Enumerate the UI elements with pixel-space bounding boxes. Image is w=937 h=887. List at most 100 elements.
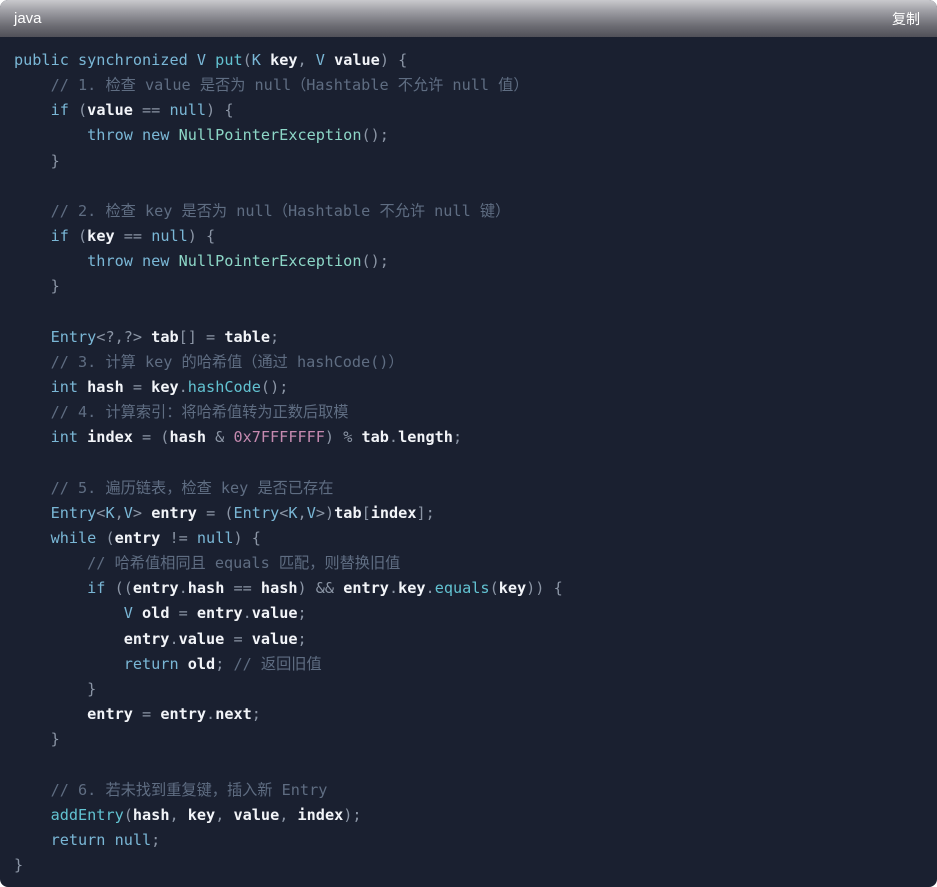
code-token: K (105, 503, 115, 522)
code-token: if (50, 227, 79, 246)
code-token: throw new (87, 126, 179, 145)
code-line: addEntry(hash, key, value, index); (14, 803, 937, 828)
code-token: . (388, 428, 399, 447)
code-line: return null; (14, 828, 937, 853)
code-token: public synchronized V (14, 51, 216, 69)
code-token: ( (78, 101, 88, 120)
code-token: V (123, 503, 133, 522)
code-line: // 4. 计算索引：将哈希值转为正数后取模 (14, 400, 937, 425)
code-token: return null (50, 830, 152, 849)
code-token: hash (187, 579, 225, 598)
code-token: if (50, 101, 79, 120)
code-line: // 哈希值相同且 equals 匹配，则替换旧值 (14, 551, 937, 576)
code-token: equals (434, 579, 490, 598)
code-token: entry (114, 528, 161, 547)
code-token: null (151, 227, 188, 246)
code-token: 0x7FFFFFFF (233, 428, 325, 447)
code-token: entry (196, 604, 243, 623)
code-token: ; (215, 654, 234, 673)
code-token: <?,?> (96, 327, 152, 346)
code-token: Entry (50, 503, 97, 522)
code-token: = ( (196, 503, 234, 522)
code-line: } (14, 149, 937, 174)
code-token: V (306, 503, 316, 522)
code-token: if (87, 579, 115, 598)
code-token: index (87, 428, 133, 447)
code-token: int (50, 428, 88, 447)
code-content[interactable]: public synchronized V put ( K key, V value… (0, 37, 937, 878)
code-line: if ((entry.hash == hash) && entry.key.eq… (14, 576, 937, 601)
code-token: entry (343, 579, 389, 598)
code-token: ( (105, 528, 115, 547)
code-token: put (215, 51, 243, 69)
copy-button[interactable]: 复制 (892, 9, 920, 29)
code-line: // 6. 若未找到重复键，插入新 Entry (14, 778, 937, 803)
code-line: throw new NullPointerException(); (14, 123, 937, 148)
code-token: // 2. 检查 key 是否为 null（Hashtable 不允许 null… (50, 201, 511, 220)
code-token: null (169, 101, 207, 120)
code-token: , (215, 805, 234, 824)
code-line: throw new NullPointerException(); (14, 249, 937, 274)
code-line: // 1. 检查 value 是否为 null（Hashtable 不允许 nu… (14, 73, 937, 98)
code-token: K (288, 503, 298, 522)
code-token: = ( (132, 428, 170, 447)
code-token: Entry (50, 327, 97, 346)
code-token: entry (87, 705, 133, 724)
code-token: table (224, 327, 271, 346)
code-token: throw new (87, 252, 179, 271)
code-token: . (206, 705, 216, 724)
code-token: addEntry (50, 805, 124, 824)
code-token: K (251, 51, 271, 69)
code-token: , (279, 805, 298, 824)
code-token: ); (343, 805, 362, 824)
code-token: key (87, 227, 115, 246)
code-token: hash (132, 805, 170, 824)
code-header: java 复制 (0, 0, 937, 37)
code-token: == (224, 579, 261, 598)
code-token: // 返回旧值 (233, 654, 322, 673)
code-token: value (251, 629, 298, 648)
code-token: ]; (416, 503, 435, 522)
code-token: } (14, 151, 60, 170)
code-token: ; (270, 327, 280, 346)
code-token: tab (151, 327, 179, 346)
code-token: value (251, 604, 298, 623)
code-line: // 2. 检查 key 是否为 null（Hashtable 不允许 null… (14, 199, 937, 224)
code-token: // 3. 计算 key 的哈希值（通过 hashCode()） (50, 352, 404, 371)
code-line: int hash = key.hashCode(); (14, 375, 937, 400)
code-token: ) { (187, 227, 216, 246)
code-token: ) { (233, 528, 261, 547)
code-token: NullPointerException (178, 252, 362, 271)
code-token: (( (114, 579, 133, 598)
code-token: entry (151, 503, 197, 522)
code-token: value (334, 51, 380, 69)
code-token: // 1. 检查 value 是否为 null（Hashtable 不允许 nu… (50, 76, 529, 95)
code-token: key (270, 51, 298, 69)
code-token: while (50, 528, 106, 547)
code-token: hash (169, 428, 207, 447)
code-token: hashCode (187, 378, 261, 397)
code-token: V (123, 604, 143, 623)
code-token: (); (361, 252, 389, 271)
code-token: == (132, 101, 170, 120)
language-label: java (14, 10, 42, 27)
code-token: tab (361, 428, 389, 447)
code-token: } (14, 730, 60, 749)
code-token: ; (297, 629, 307, 648)
code-token: next (215, 705, 252, 724)
